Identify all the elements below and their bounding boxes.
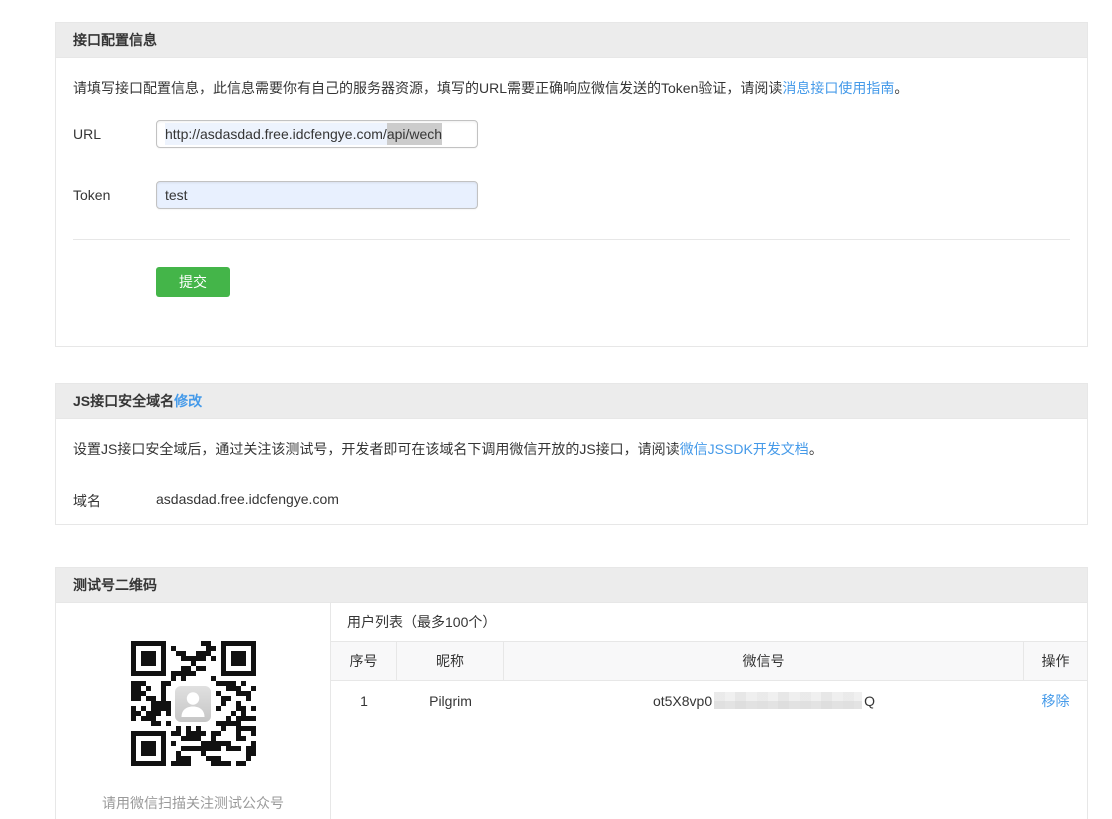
domain-row: 域名 asdasdad.free.idcfengye.com — [73, 491, 1070, 511]
person-icon-glyph — [181, 692, 205, 717]
jssdk-doc-link[interactable]: 微信JSSDK开发文档 — [680, 441, 809, 457]
table-row: 1 Pilgrim ot5X8vp0 Q 移除 — [331, 681, 1087, 720]
user-list-panel: 用户列表（最多100个） 序号 昵称 微信号 操作 1 Pilgrim ot5X… — [331, 603, 1087, 819]
page: 接口配置信息 请填写接口配置信息，此信息需要你有自己的服务器资源，填写的URL需… — [0, 0, 1112, 819]
description-period: 。 — [808, 441, 823, 457]
header-index: 序号 — [331, 642, 397, 680]
domain-value: asdasdad.free.idcfengye.com — [156, 491, 339, 507]
cell-action: 移除 — [1024, 681, 1087, 720]
header-nickname: 昵称 — [397, 642, 504, 680]
description-text: 设置JS接口安全域后，通过关注该测试号，开发者即可在该域名下调用微信开放的JS接… — [73, 441, 680, 457]
js-domain-card: JS接口安全域名修改 设置JS接口安全域后，通过关注该测试号，开发者即可在该域名… — [55, 383, 1088, 525]
url-input[interactable]: http://asdasdad.free.idcfengye.com/api/w… — [156, 120, 478, 148]
cell-index: 1 — [360, 692, 368, 709]
token-form-row: Token test — [73, 181, 1070, 209]
qr-panel: 请用微信扫描关注测试公众号 — [56, 603, 331, 819]
header-wechat-id: 微信号 — [504, 642, 1024, 680]
test-qrcode-body: 请用微信扫描关注测试公众号 用户列表（最多100个） 序号 昵称 微信号 操作 … — [56, 603, 1087, 819]
form-divider — [73, 239, 1070, 240]
test-qrcode-title: 测试号二维码 — [73, 577, 157, 593]
url-form-row: URL http://asdasdad.free.idcfengye.com/a… — [73, 120, 1070, 148]
submit-button[interactable]: 提交 — [156, 267, 230, 297]
qr-caption: 请用微信扫描关注测试公众号 — [102, 795, 284, 811]
token-value: test — [165, 187, 188, 203]
wechat-id-prefix: ot5X8vp0 — [652, 692, 713, 709]
header-action: 操作 — [1041, 653, 1070, 669]
token-label: Token — [73, 187, 111, 203]
remove-link[interactable]: 移除 — [1042, 691, 1070, 711]
js-domain-description: 设置JS接口安全域后，通过关注该测试号，开发者即可在该域名下调用微信开放的JS接… — [73, 441, 1070, 458]
wechat-id-suffix: Q — [864, 692, 876, 709]
description-text: 请填写接口配置信息，此信息需要你有自己的服务器资源，填写的URL需要正确响应微信… — [73, 80, 783, 96]
test-qrcode-card: 测试号二维码 请用微信扫描关注测试公众号 用户列表（最多100个） 序号 昵称 … — [55, 567, 1088, 819]
redacted-wechat-id — [714, 692, 863, 709]
url-value: http://asdasdad.free.idcfengye.com/ — [165, 123, 387, 145]
interface-config-card: 接口配置信息 请填写接口配置信息，此信息需要你有自己的服务器资源，填写的URL需… — [55, 22, 1088, 347]
js-domain-body: 设置JS接口安全域后，通过关注该测试号，开发者即可在该域名下调用微信开放的JS接… — [56, 419, 1087, 511]
cell-nickname: Pilgrim — [429, 692, 472, 709]
interface-config-title: 接口配置信息 — [73, 32, 157, 48]
token-input[interactable]: test — [156, 181, 478, 209]
user-list-title: 用户列表（最多100个） — [331, 603, 1087, 642]
url-value-selected: api/wech — [386, 123, 443, 145]
domain-label: 域名 — [73, 493, 101, 509]
message-api-guide-link[interactable]: 消息接口使用指南 — [782, 80, 894, 96]
url-label: URL — [73, 126, 102, 142]
person-icon — [175, 685, 211, 722]
interface-config-header: 接口配置信息 — [56, 23, 1087, 58]
test-qrcode-header: 测试号二维码 — [56, 568, 1087, 603]
js-domain-title: JS接口安全域名 — [73, 393, 175, 409]
cell-wechat-id: ot5X8vp0 Q — [504, 681, 1024, 720]
description-period: 。 — [894, 80, 909, 96]
qr-code — [130, 641, 256, 766]
js-domain-header: JS接口安全域名修改 — [56, 384, 1087, 419]
interface-config-description: 请填写接口配置信息，此信息需要你有自己的服务器资源，填写的URL需要正确响应微信… — [73, 80, 1070, 97]
modify-link[interactable]: 修改 — [174, 393, 202, 409]
user-table-header: 序号 昵称 微信号 操作 — [331, 642, 1087, 681]
interface-config-body: 请填写接口配置信息，此信息需要你有自己的服务器资源，填写的URL需要正确响应微信… — [56, 58, 1087, 297]
